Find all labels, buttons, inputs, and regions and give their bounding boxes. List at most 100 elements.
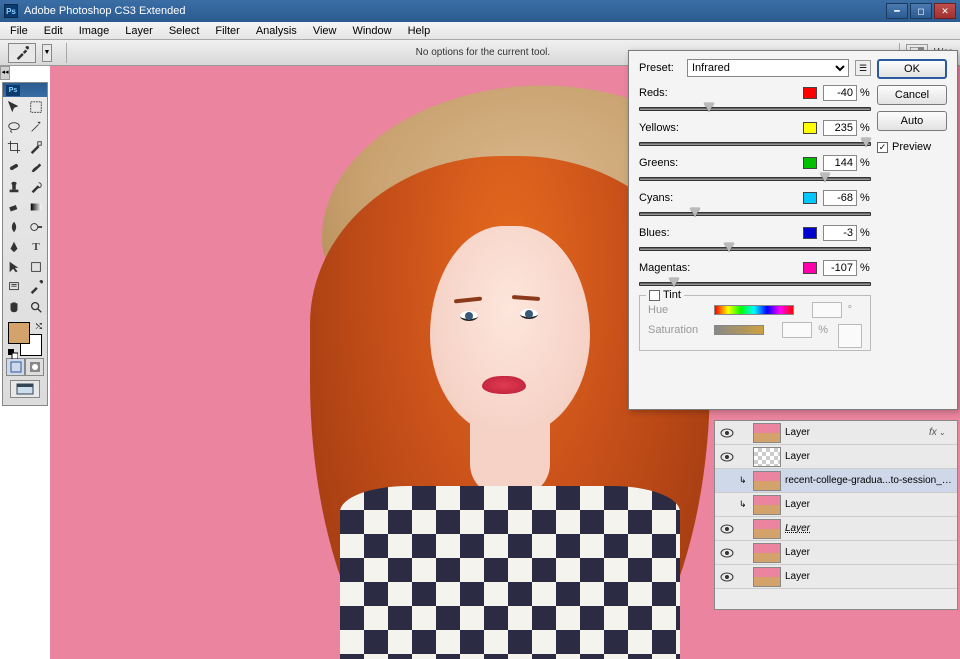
menu-edit[interactable]: Edit	[36, 23, 71, 39]
lasso-tool[interactable]	[3, 117, 25, 137]
brush-tool[interactable]	[25, 157, 47, 177]
layer-name[interactable]: recent-college-gradua...to-session_t20_J…	[785, 475, 953, 486]
ok-button[interactable]: OK	[877, 59, 947, 79]
visibility-toggle[interactable]	[719, 428, 735, 438]
default-colors-icon[interactable]	[8, 346, 18, 356]
channel-value-input[interactable]	[823, 225, 857, 241]
standard-mode-button[interactable]	[6, 358, 25, 376]
layer-thumbnail[interactable]	[753, 423, 781, 443]
layer-thumbnail[interactable]	[753, 543, 781, 563]
menu-filter[interactable]: Filter	[207, 23, 247, 39]
current-tool-icon[interactable]	[8, 43, 36, 63]
path-select-tool[interactable]	[3, 257, 25, 277]
auto-button[interactable]: Auto	[877, 111, 947, 131]
slice-tool[interactable]	[25, 137, 47, 157]
eyedropper-tool[interactable]	[25, 277, 47, 297]
layer-name[interactable]: Layer	[785, 451, 953, 462]
percent-label: %	[857, 262, 871, 274]
layer-row[interactable]: Layer	[715, 565, 957, 589]
visibility-toggle[interactable]	[719, 572, 735, 582]
channel-slider[interactable]	[639, 209, 871, 219]
layer-row[interactable]: Layer	[715, 541, 957, 565]
layer-thumbnail[interactable]	[753, 495, 781, 515]
swap-colors-icon[interactable]: ⤭	[36, 322, 42, 332]
move-tool[interactable]	[3, 97, 25, 117]
layer-row[interactable]: ↳recent-college-gradua...to-session_t20_…	[715, 469, 957, 493]
menu-view[interactable]: View	[305, 23, 345, 39]
screen-mode-button[interactable]	[10, 380, 40, 398]
pen-tool[interactable]	[3, 237, 25, 257]
layer-name[interactable]: Layer	[785, 547, 953, 558]
hue-slider[interactable]	[714, 305, 794, 315]
visibility-toggle[interactable]	[719, 548, 735, 558]
saturation-value[interactable]	[782, 322, 812, 338]
stamp-tool[interactable]	[3, 177, 25, 197]
history-brush-tool[interactable]	[25, 177, 47, 197]
channel-slider[interactable]	[639, 174, 871, 184]
menu-file[interactable]: File	[2, 23, 36, 39]
quickmask-row	[6, 358, 44, 376]
preset-label: Preset:	[639, 62, 681, 74]
channel-value-input[interactable]	[823, 120, 857, 136]
layer-row[interactable]: Layer	[715, 517, 957, 541]
channel-value-input[interactable]	[823, 155, 857, 171]
layer-name[interactable]: Layer	[785, 523, 953, 534]
channel-slider[interactable]	[639, 279, 871, 289]
menu-layer[interactable]: Layer	[117, 23, 161, 39]
channel-slider[interactable]	[639, 244, 871, 254]
tint-color-swatch[interactable]	[838, 324, 862, 348]
gradient-tool[interactable]	[25, 197, 47, 217]
layer-thumbnail[interactable]	[753, 567, 781, 587]
dodge-tool[interactable]	[25, 217, 47, 237]
zoom-tool[interactable]	[25, 297, 47, 317]
layer-row[interactable]: Layer fx ⌄	[715, 421, 957, 445]
close-button[interactable]: ✕	[934, 3, 956, 19]
hue-value[interactable]	[812, 302, 842, 318]
visibility-toggle[interactable]	[719, 524, 735, 534]
type-tool[interactable]: T	[25, 237, 47, 257]
menu-analysis[interactable]: Analysis	[248, 23, 305, 39]
blur-tool[interactable]	[3, 217, 25, 237]
cancel-button[interactable]: Cancel	[877, 85, 947, 105]
channel-value-input[interactable]	[823, 260, 857, 276]
channel-value-input[interactable]	[823, 190, 857, 206]
menu-image[interactable]: Image	[71, 23, 118, 39]
tool-preset-dropdown[interactable]: ▼	[42, 44, 52, 62]
panel-tab-collapse[interactable]: ◂◂	[0, 66, 10, 80]
menu-help[interactable]: Help	[400, 23, 439, 39]
menu-select[interactable]: Select	[161, 23, 208, 39]
hand-tool[interactable]	[3, 297, 25, 317]
layer-name[interactable]: Layer	[785, 427, 925, 438]
layer-thumbnail[interactable]	[753, 519, 781, 539]
healing-tool[interactable]	[3, 157, 25, 177]
layer-row[interactable]: Layer	[715, 445, 957, 469]
foreground-color[interactable]	[8, 322, 30, 344]
eraser-tool[interactable]	[3, 197, 25, 217]
layer-name[interactable]: Layer	[785, 499, 953, 510]
layer-row[interactable]: ↳Layer	[715, 493, 957, 517]
channel-value-input[interactable]	[823, 85, 857, 101]
crop-tool[interactable]	[3, 137, 25, 157]
channel-slider[interactable]	[639, 104, 871, 114]
preset-select[interactable]: Infrared	[687, 59, 849, 77]
channel-slider[interactable]	[639, 139, 871, 149]
wand-tool[interactable]	[25, 117, 47, 137]
ps-icon: Ps	[6, 85, 20, 96]
menu-window[interactable]: Window	[344, 23, 399, 39]
tint-checkbox[interactable]	[649, 290, 660, 301]
notes-tool[interactable]	[3, 277, 25, 297]
preview-checkbox[interactable]: ✓	[877, 142, 888, 153]
tools-header[interactable]: Ps	[3, 83, 47, 97]
layer-fx-label[interactable]: fx ⌄	[929, 427, 953, 438]
layer-thumbnail[interactable]	[753, 447, 781, 467]
minimize-button[interactable]: ━	[886, 3, 908, 19]
marquee-tool[interactable]	[25, 97, 47, 117]
visibility-toggle[interactable]	[719, 452, 735, 462]
maximize-button[interactable]: ◻	[910, 3, 932, 19]
shape-tool[interactable]	[25, 257, 47, 277]
quickmask-mode-button[interactable]	[25, 358, 44, 376]
layer-name[interactable]: Layer	[785, 571, 953, 582]
layer-thumbnail[interactable]	[753, 471, 781, 491]
saturation-slider[interactable]	[714, 325, 764, 335]
preset-menu-icon[interactable]: ☰	[855, 60, 871, 76]
